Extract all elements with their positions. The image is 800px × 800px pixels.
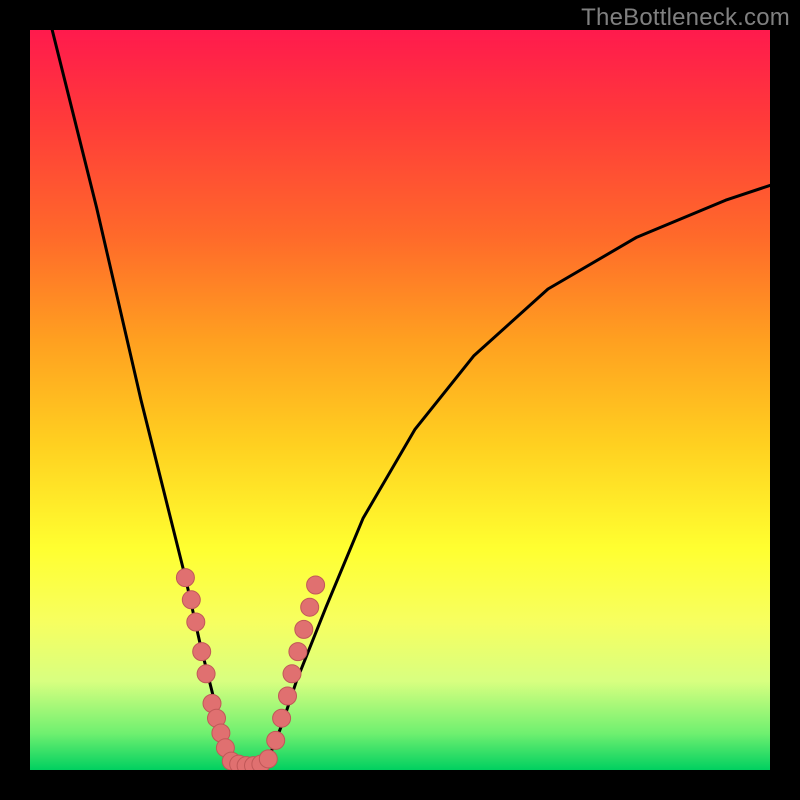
curve-layer [30,30,770,770]
v-curve [52,30,770,766]
data-marker [193,643,211,661]
data-marker [295,620,313,638]
watermark-text: TheBottleneck.com [581,4,790,32]
plot-area [30,30,770,770]
chart-frame: TheBottleneck.com [0,0,800,800]
data-marker [307,576,325,594]
data-marker [197,665,215,683]
data-marker [289,643,307,661]
data-marker [176,569,194,587]
data-marker [187,613,205,631]
data-marker [273,709,291,727]
data-marker [259,750,277,768]
data-marker [182,591,200,609]
data-marker [267,731,285,749]
data-marker [279,687,297,705]
data-marker [283,665,301,683]
data-marker [301,598,319,616]
